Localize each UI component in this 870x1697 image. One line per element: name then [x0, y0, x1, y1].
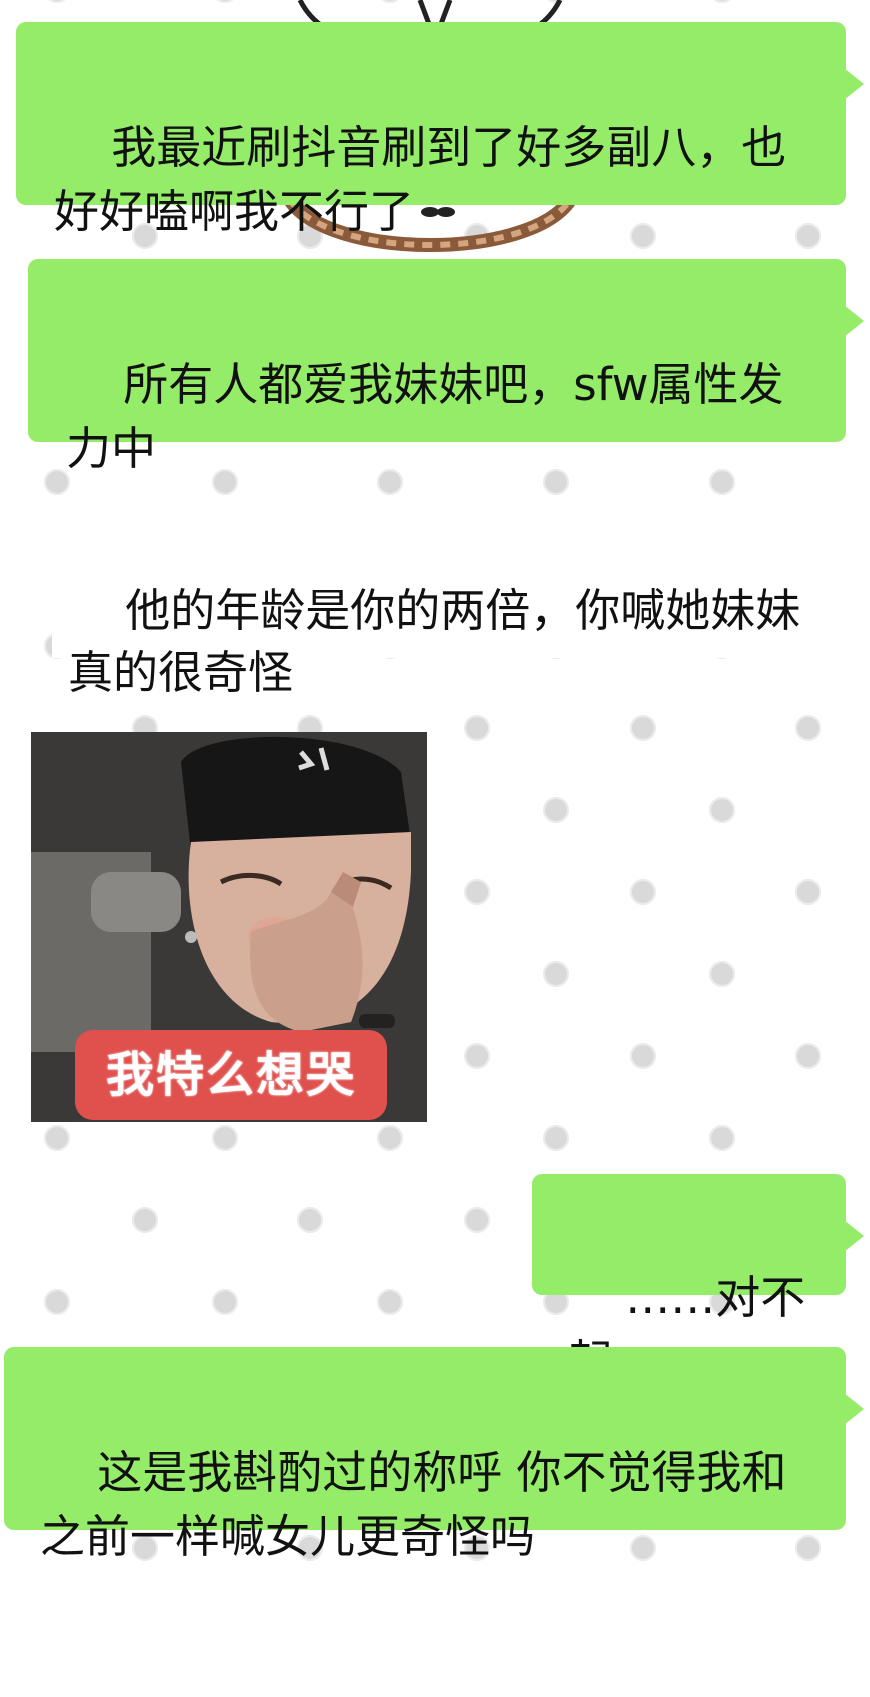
- wallpaper-dot: [543, 469, 569, 495]
- wallpaper-dot: [212, 1289, 238, 1315]
- wallpaper-dot: [44, 1125, 70, 1151]
- wallpaper-dot: [377, 1289, 403, 1315]
- wallpaper-dot: [709, 469, 735, 495]
- bubble-tail-icon: [844, 305, 864, 337]
- wallpaper-dot: [297, 1207, 323, 1233]
- wallpaper-dot: [709, 0, 735, 3]
- wallpaper-dot: [543, 797, 569, 823]
- wallpaper-dot: [464, 1207, 490, 1233]
- wallpaper-dot: [132, 1207, 158, 1233]
- wallpaper-dot: [377, 1125, 403, 1151]
- wallpaper-dot: [44, 1289, 70, 1315]
- wallpaper-dot: [212, 0, 238, 3]
- wallpaper-dot: [212, 1125, 238, 1151]
- bubble-tail-icon: [844, 1220, 864, 1252]
- sticker-image[interactable]: 我特么想哭: [31, 732, 427, 1122]
- message-bubble-sent[interactable]: 所有人都爱我妹妹吧，sfw属性发力中: [28, 259, 864, 475]
- wallpaper-dot: [543, 1125, 569, 1151]
- wallpaper-dot: [795, 223, 821, 249]
- wallpaper-dot: [630, 715, 656, 741]
- wallpaper-dot: [464, 879, 490, 905]
- wallpaper-dot: [795, 1535, 821, 1561]
- message-bubble-sent[interactable]: 我最近刷抖音刷到了好多副八，也好好嗑啊我不行了: [16, 22, 864, 238]
- wallpaper-dot: [795, 879, 821, 905]
- wallpaper-dot: [377, 469, 403, 495]
- wallpaper-dot: [630, 223, 656, 249]
- wallpaper-dot: [709, 1125, 735, 1151]
- wallpaper-dot: [630, 1535, 656, 1561]
- wallpaper-dot: [212, 469, 238, 495]
- wallpaper-dot: [543, 961, 569, 987]
- wallpaper-dot: [795, 715, 821, 741]
- wallpaper-dot: [44, 0, 70, 3]
- wallpaper-dot: [630, 879, 656, 905]
- chat-view: 我最近刷抖音刷到了好多副八，也好好嗑啊我不行了 所有人都爱我妹妹吧，sfw属性发…: [0, 0, 870, 1567]
- bubble-tail-icon: [844, 1393, 864, 1425]
- wallpaper-dot: [464, 1043, 490, 1069]
- wallpaper-dot: [709, 961, 735, 987]
- wallpaper-dot: [709, 797, 735, 823]
- wallpaper-dot: [464, 715, 490, 741]
- message-bubble-sent[interactable]: ……对不起: [532, 1174, 864, 1388]
- wallpaper-dot: [795, 1043, 821, 1069]
- message-bubble-sent[interactable]: 这是我斟酌过的称呼 你不觉得我和之前一样喊女儿更奇怪吗: [4, 1347, 864, 1563]
- message-bubble-received[interactable]: 他的年龄是你的两倍，你喊她妹妹真的很奇怪: [52, 518, 842, 699]
- sticker-caption: 我特么想哭: [75, 1030, 387, 1120]
- bubble-tail-icon: [844, 68, 864, 100]
- wallpaper-dot: [630, 1043, 656, 1069]
